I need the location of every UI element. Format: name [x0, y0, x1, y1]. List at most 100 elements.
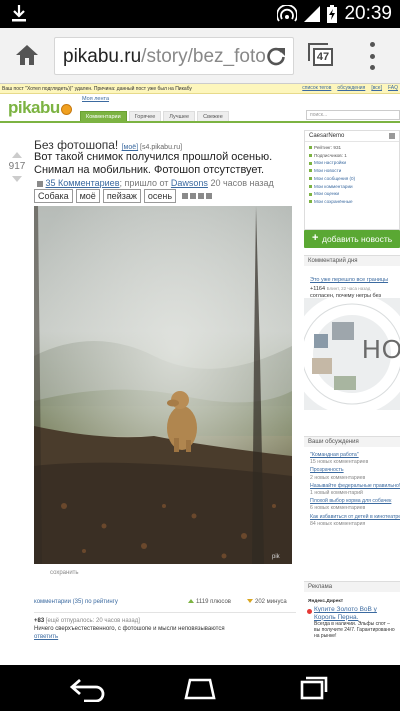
comment-item: +83 [ещё отпуралось: 20 часов назад] Нич…	[34, 617, 296, 641]
home-nav-icon[interactable]	[180, 674, 220, 702]
comments-icon	[37, 180, 43, 187]
user-panel: CaesarNemo Рейтинг: 931 Подписчиков: 1 М…	[304, 130, 400, 230]
username[interactable]: CaesarNemo	[305, 131, 399, 142]
reload-icon[interactable]	[265, 45, 287, 67]
download-icon	[12, 5, 26, 22]
post-meta: 35 Комментариев; пришло от Dawsons 20 ча…	[34, 177, 296, 203]
tab-count: 47	[313, 48, 333, 66]
plus-icon: +	[312, 232, 319, 244]
user-comments-link[interactable]: Мои комментарии	[309, 183, 395, 191]
add-news-button[interactable]: + добавить новость	[304, 230, 400, 248]
tag-mine[interactable]: моё	[75, 189, 100, 203]
post-text: Вот такой снимок получился прошлой осень…	[34, 151, 273, 176]
save-link[interactable]: сохранить	[50, 570, 79, 576]
minuses-count: 202 минуса	[247, 599, 287, 605]
user-saved-link[interactable]: Мои сохранённые	[309, 198, 395, 206]
post-photo[interactable]: pik	[34, 206, 292, 564]
ad-text: Всегда в наличии. Эльфы спот – вы получи…	[314, 621, 395, 639]
post-mine-link[interactable]: [моё]	[122, 144, 139, 151]
ad-banner[interactable]: НО	[304, 298, 400, 410]
discussion-link[interactable]: Как избавиться от детей в кинотеатре	[310, 514, 400, 521]
ad-title-link[interactable]: Купите Золото ВоВ у Король Перна.	[304, 606, 400, 621]
comment-meta: [ещё отпуралось: 20 часов назад]	[45, 618, 140, 624]
cod-meta: Блинт, 22 часа назад	[326, 285, 371, 291]
user-settings-link[interactable]: Мои настройки	[309, 159, 395, 167]
comment-text: Ничего сверхъестественного, с фотошопе и…	[34, 626, 225, 632]
user-ratings-link[interactable]: Мои оценки	[309, 190, 395, 198]
system-nav-bar	[0, 665, 400, 711]
home-icon[interactable]	[14, 42, 40, 68]
top-link-discussions[interactable]: обсуждения	[337, 85, 365, 91]
top-link-tags[interactable]: список тегов	[302, 85, 331, 91]
site-logo[interactable]: pikabu	[8, 98, 72, 118]
web-page: Ваш пост "Хотел подглядеть))" удален. Пр…	[0, 84, 400, 665]
discussion-count: 1 новый комментарий	[310, 490, 363, 497]
user-news-link[interactable]: Мои новости	[309, 167, 395, 175]
comment-rating: +83	[34, 618, 45, 624]
discussions-header: Ваши обсуждения	[304, 436, 400, 447]
ads-label: Яндекс.Директ	[308, 599, 344, 604]
url-host: pikabu.ru	[63, 46, 142, 67]
pin-icon[interactable]	[389, 133, 395, 139]
post-source: [s4.pikabu.ru]	[140, 144, 183, 151]
my-feed-link[interactable]: Моя лента	[82, 96, 109, 102]
recents-icon[interactable]	[292, 674, 332, 702]
post-rating: 917	[6, 152, 28, 182]
comment-reply-link[interactable]: ответить	[34, 634, 58, 640]
tag-list: Собака моё пейзаж осень	[34, 189, 177, 203]
logo-ball-icon	[60, 103, 72, 115]
status-bar: 20:39	[0, 0, 400, 28]
tag-dog[interactable]: Собака	[34, 189, 73, 203]
foggy-landscape-photo: pik	[34, 206, 292, 564]
from-prefix: ; пришло от	[119, 178, 169, 188]
browser-toolbar: pikabu.ru/story/bez_fotos 47	[0, 28, 400, 84]
user-subscribers: Подписчиков: 1	[309, 152, 395, 160]
tag-landscape[interactable]: пейзаж	[102, 189, 141, 203]
post-rating-value: 917	[8, 161, 26, 172]
post-title-line: Без фотошопа! [моё] [s4.pikabu.ru]	[34, 138, 182, 152]
discussions-list: "Командная работа" 15 новых комментариев…	[310, 452, 400, 529]
discussion-count: 84 новых комментария	[310, 520, 366, 527]
logo-text: pikabu	[8, 98, 60, 117]
signal-icon	[304, 6, 321, 22]
upvote-icon[interactable]	[12, 152, 22, 158]
comment-of-day-header: Комментарий дня	[304, 255, 400, 266]
discussion-link[interactable]: "Командная работа"	[310, 452, 400, 459]
ad-icon	[307, 609, 312, 614]
discussion-link[interactable]: Прозрачность	[310, 467, 400, 474]
minus-icon	[247, 599, 253, 603]
top-links: список тегов обсуждения [все] FAQ	[302, 85, 400, 91]
post-age: 20 часов назад	[210, 178, 274, 188]
tag-autumn[interactable]: осень	[143, 189, 177, 203]
top-link-all[interactable]: [все]	[371, 85, 382, 91]
comments-sort-link[interactable]: комментарии (35) по рейтингу	[34, 599, 118, 605]
user-messages-link[interactable]: Мои сообщения (0)	[309, 175, 395, 183]
site-search-input[interactable]: поиск...	[306, 110, 400, 120]
discussion-link[interactable]: Называйте федеральные правильно!	[310, 483, 400, 490]
cod-link[interactable]: Это уже перешло все границы	[310, 277, 388, 283]
clock: 20:39	[344, 3, 392, 24]
tab-switcher-button[interactable]: 47	[306, 41, 334, 69]
add-news-label: добавить новость	[322, 234, 393, 244]
overflow-menu-button[interactable]	[366, 42, 378, 70]
top-link-faq[interactable]: FAQ	[388, 85, 398, 91]
ads-header: Реклама	[304, 581, 400, 592]
url-bar[interactable]: pikabu.ru/story/bez_fotos	[54, 37, 294, 75]
ad-block: Яндекс.Директ Купите Золото ВоВ у Король…	[304, 597, 400, 665]
header-divider	[0, 121, 400, 123]
post-title[interactable]: Без фотошопа!	[34, 138, 118, 152]
comments-link[interactable]: 35 Комментариев	[46, 178, 120, 188]
battery-charging-icon	[327, 5, 338, 23]
hotspot-icon	[277, 5, 298, 22]
discussion-link[interactable]: Плохой выбор корма для собачек	[310, 498, 400, 505]
author-link[interactable]: Dawsons	[171, 178, 208, 188]
banner-text: НО	[362, 334, 400, 364]
pluses-count: 1119 плюсов	[188, 599, 231, 605]
share-icons[interactable]	[181, 193, 212, 199]
back-icon[interactable]	[68, 674, 108, 702]
plus-icon	[188, 599, 194, 603]
url-path: /story/bez_fotos	[141, 46, 276, 67]
discussion-count: 6 новых комментариев	[310, 505, 366, 512]
divider	[34, 612, 296, 613]
downvote-icon[interactable]	[12, 176, 22, 182]
